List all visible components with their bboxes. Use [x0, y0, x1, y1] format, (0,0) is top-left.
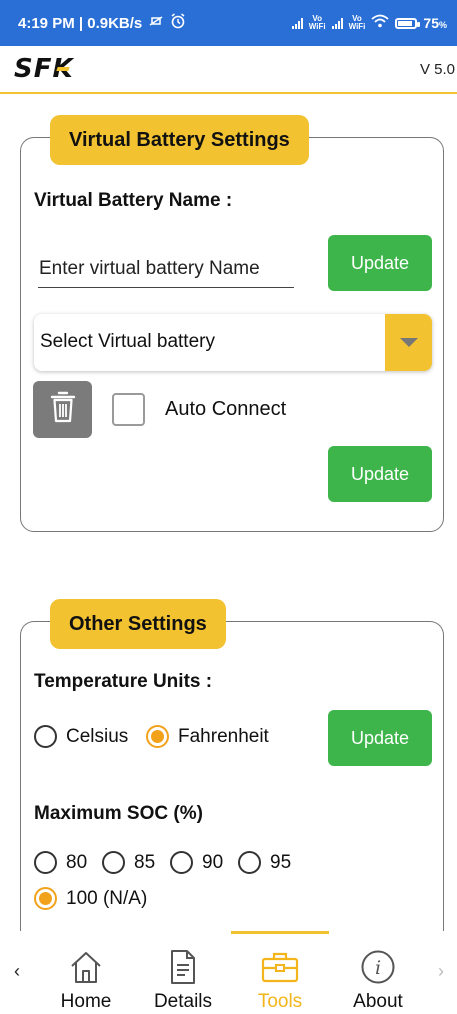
trash-icon	[50, 391, 76, 428]
other-settings-card: Other Settings Temperature Units : Celsi…	[20, 599, 444, 981]
battery-percent: 75%	[423, 15, 447, 31]
volte-wifi-label-1: Vo WiFi	[308, 14, 326, 31]
scroll-right-chevron-icon[interactable]: ›	[438, 961, 444, 982]
home-icon	[68, 947, 104, 987]
auto-connect-checkbox[interactable]	[112, 393, 145, 426]
sfk-logo: SF K	[14, 54, 74, 84]
toolbox-icon	[260, 947, 300, 987]
signal-icon	[291, 17, 303, 29]
radio-soc-95[interactable]	[238, 851, 261, 874]
wifi-icon	[371, 14, 389, 32]
virtual-battery-select-value: Select Virtual battery	[40, 331, 215, 352]
nav-details[interactable]: Details	[146, 931, 220, 1014]
alarm-icon	[170, 13, 186, 33]
radio-soc-85[interactable]	[102, 851, 125, 874]
update-temperature-button[interactable]: Update	[328, 710, 432, 766]
nav-details-label: Details	[153, 991, 213, 1012]
auto-connect-label: Auto Connect	[165, 398, 287, 420]
nav-tools[interactable]: Tools	[246, 931, 314, 1014]
nav-home[interactable]: Home	[54, 931, 118, 1014]
scroll-left-chevron-icon[interactable]: ‹	[14, 961, 20, 982]
app-header: SF K V 5.0	[0, 46, 457, 94]
nav-about-label: About	[353, 991, 403, 1012]
nav-home-label: Home	[60, 991, 112, 1012]
other-settings-card-title: Other Settings	[50, 599, 226, 649]
virtual-battery-name-input[interactable]	[38, 250, 294, 288]
radio-celsius-label: Celsius	[66, 726, 129, 747]
battery-icon	[395, 17, 421, 29]
radio-soc-80[interactable]	[34, 851, 57, 874]
radio-soc-85-label: 85	[134, 852, 156, 873]
delete-virtual-battery-button[interactable]	[33, 381, 92, 438]
document-icon	[168, 947, 198, 987]
volte-wifi-label-2: Vo WiFi	[348, 14, 366, 31]
virtual-battery-name-label: Virtual Battery Name :	[34, 190, 233, 211]
radio-soc-100[interactable]	[34, 887, 57, 910]
logo-text-k: K	[52, 54, 74, 84]
update-name-button[interactable]: Update	[328, 235, 432, 291]
status-right: Vo WiFi Vo WiFi 75%	[291, 14, 447, 32]
svg-text:i: i	[375, 957, 381, 979]
radio-fahrenheit[interactable]	[146, 725, 169, 748]
virtual-battery-select[interactable]: Select Virtual battery	[34, 314, 432, 371]
radio-soc-90[interactable]	[170, 851, 193, 874]
max-soc-label: Maximum SOC (%)	[34, 803, 203, 824]
signal-icon	[331, 17, 343, 29]
app-version: V 5.0	[419, 60, 455, 78]
nav-tools-label: Tools	[257, 991, 303, 1012]
dropdown-arrow-icon[interactable]	[385, 314, 432, 371]
virtual-battery-card-title: Virtual Battery Settings	[50, 115, 309, 165]
virtual-battery-card: Virtual Battery Settings Virtual Battery…	[20, 115, 444, 532]
info-icon: i	[360, 947, 396, 987]
mute-icon	[148, 13, 164, 33]
status-bar: 4:19 PM | 0.9KB/s Vo WiFi Vo WiFi 75%	[0, 0, 457, 46]
logo-text: SF	[14, 54, 53, 84]
radio-soc-95-label: 95	[270, 852, 292, 873]
radio-fahrenheit-label: Fahrenheit	[178, 726, 269, 747]
temperature-units-label: Temperature Units :	[34, 671, 213, 692]
nav-about[interactable]: i About	[344, 931, 412, 1014]
status-time-network: 4:19 PM | 0.9KB/s	[18, 14, 143, 32]
update-virtual-battery-button[interactable]: Update	[328, 446, 432, 502]
radio-soc-90-label: 90	[202, 852, 224, 873]
bottom-navigation: ‹ › Home Details Tools i About	[0, 931, 457, 1014]
radio-soc-80-label: 80	[66, 852, 88, 873]
status-left: 4:19 PM | 0.9KB/s	[18, 13, 186, 33]
radio-celsius[interactable]	[34, 725, 57, 748]
radio-soc-100-label: 100 (N/A)	[66, 888, 148, 909]
